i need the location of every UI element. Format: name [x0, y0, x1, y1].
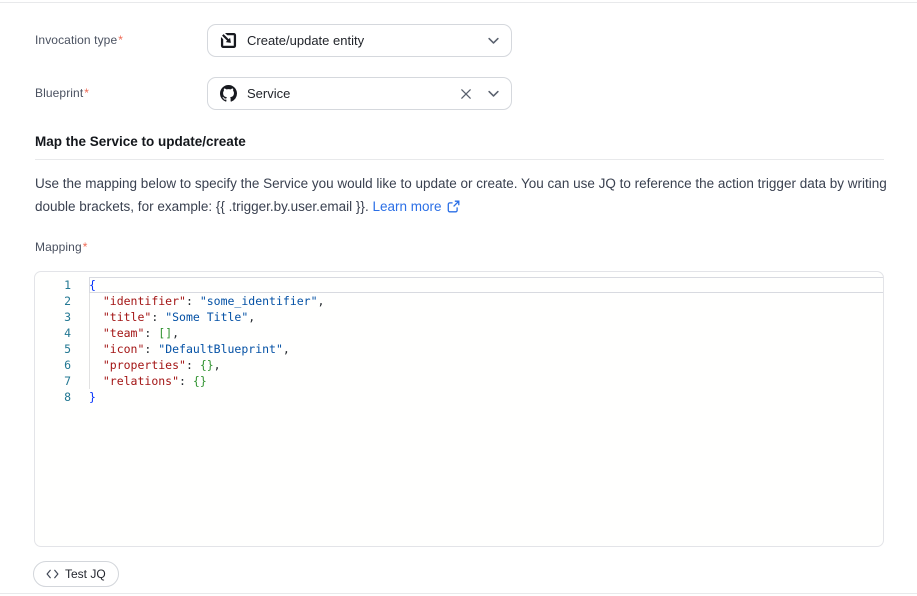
- code-text: "icon": "DefaultBlueprint",: [89, 341, 290, 357]
- mapping-description: Use the mapping below to specify the Ser…: [35, 172, 888, 218]
- line-number: 1: [35, 277, 71, 293]
- required-asterisk: *: [118, 33, 123, 47]
- github-icon: [220, 85, 237, 102]
- learn-more-link[interactable]: Learn more: [372, 199, 459, 214]
- code-line[interactable]: 8}: [35, 389, 883, 405]
- blueprint-label-text: Blueprint: [35, 86, 83, 100]
- blueprint-select[interactable]: Service: [207, 77, 512, 110]
- create-update-entity-icon: [220, 32, 237, 49]
- code-line[interactable]: 5 "icon": "DefaultBlueprint",: [35, 341, 883, 357]
- mapping-label: Mapping*: [35, 240, 88, 254]
- clear-icon[interactable]: [460, 88, 472, 100]
- line-number: 3: [35, 309, 71, 325]
- code-text: "properties": {},: [89, 357, 221, 373]
- action-mapping-form: Invocation type* Create/update entity Bl…: [0, 0, 917, 596]
- learn-more-label: Learn more: [372, 199, 441, 214]
- mapping-description-text: Use the mapping below to specify the Ser…: [35, 176, 887, 214]
- chevron-down-icon: [488, 90, 499, 98]
- line-number: 2: [35, 293, 71, 309]
- code-line[interactable]: 1{: [35, 277, 883, 293]
- line-number: 6: [35, 357, 71, 373]
- mapping-label-text: Mapping: [35, 240, 82, 254]
- mapping-editor[interactable]: 1{2 "identifier": "some_identifier",3 "t…: [34, 271, 884, 547]
- blueprint-value: Service: [247, 86, 290, 101]
- blueprint-label: Blueprint*: [35, 86, 89, 100]
- code-text: {: [89, 277, 96, 293]
- bottom-divider: [0, 593, 917, 594]
- code-line[interactable]: 6 "properties": {},: [35, 357, 883, 373]
- code-line[interactable]: 4 "team": [],: [35, 325, 883, 341]
- required-asterisk: *: [83, 240, 88, 254]
- line-number: 5: [35, 341, 71, 357]
- code-text: "identifier": "some_identifier",: [89, 293, 324, 309]
- top-divider: [0, 2, 917, 3]
- invocation-type-select[interactable]: Create/update entity: [207, 24, 512, 57]
- section-divider: [35, 159, 884, 160]
- line-number: 8: [35, 389, 71, 405]
- chevron-down-icon: [488, 37, 499, 45]
- code-line[interactable]: 3 "title": "Some Title",: [35, 309, 883, 325]
- code-text: "title": "Some Title",: [89, 309, 255, 325]
- required-asterisk: *: [84, 86, 89, 100]
- line-number: 7: [35, 373, 71, 389]
- invocation-type-label: Invocation type*: [35, 33, 123, 47]
- code-line[interactable]: 2 "identifier": "some_identifier",: [35, 293, 883, 309]
- code-lines: 1{2 "identifier": "some_identifier",3 "t…: [35, 277, 883, 405]
- external-link-icon: [447, 200, 460, 213]
- code-text: }: [89, 389, 96, 405]
- code-text: "relations": {}: [89, 373, 207, 389]
- test-jq-label: Test JQ: [65, 567, 106, 581]
- test-jq-button[interactable]: Test JQ: [33, 561, 119, 587]
- code-line[interactable]: 7 "relations": {}: [35, 373, 883, 389]
- line-number: 4: [35, 325, 71, 341]
- code-text: "team": [],: [89, 325, 179, 341]
- invocation-type-value: Create/update entity: [247, 33, 364, 48]
- code-icon: [46, 569, 59, 579]
- invocation-type-label-text: Invocation type: [35, 33, 117, 47]
- section-heading: Map the Service to update/create: [35, 134, 246, 149]
